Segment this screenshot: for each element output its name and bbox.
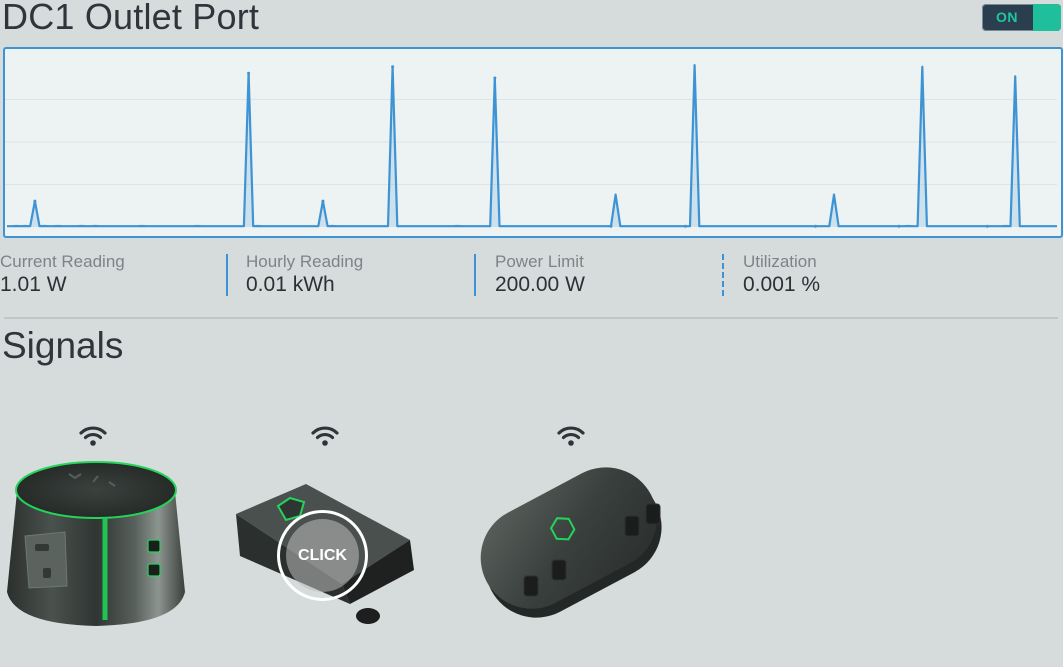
signals-title: Signals <box>2 325 124 366</box>
toggle-label: ON <box>996 9 1018 25</box>
chart-point <box>247 71 251 75</box>
metric-hourly-reading: Hourly Reading 0.01 kWh <box>246 252 363 298</box>
metric-value: 0.001 % <box>743 273 821 296</box>
round-outlet-hub[interactable] <box>5 452 187 628</box>
metric-label: Current Reading <box>0 252 125 271</box>
power-chart-svg <box>5 63 1057 228</box>
metric-current-reading: Current Reading 1.01 W <box>0 252 125 298</box>
metric-separator <box>474 254 476 296</box>
power-toggle[interactable]: ON <box>982 4 1061 31</box>
chart-point <box>897 224 901 228</box>
chart-point <box>985 224 989 228</box>
oval-outlet-strip[interactable] <box>474 456 672 634</box>
wifi-icon <box>311 426 339 446</box>
chart-point <box>33 199 37 203</box>
metric-label: Utilization <box>743 252 817 271</box>
metrics-row: Current Reading 1.01 W Hourly Reading 0.… <box>0 252 1063 300</box>
metric-power-limit: Power Limit 200.00 W <box>495 252 585 298</box>
metric-utilization: Utilization 0.001 % <box>743 252 820 298</box>
chart-series-line <box>7 63 1057 228</box>
metric-separator <box>226 254 228 296</box>
click-overlay[interactable]: CLICK <box>277 510 368 601</box>
power-chart <box>3 47 1063 238</box>
metric-value: 200.00 W <box>495 273 585 296</box>
chart-point <box>391 65 395 69</box>
metric-value: 1.01 W <box>0 273 67 296</box>
click-label: CLICK <box>298 547 347 564</box>
chart-point <box>683 224 687 228</box>
chart-area-fill <box>7 65 1057 227</box>
chart-point <box>609 224 613 228</box>
toggle-knob[interactable] <box>1033 4 1061 31</box>
section-divider <box>4 317 1058 319</box>
wifi-icon <box>79 426 107 446</box>
chart-point <box>813 224 817 228</box>
wifi-icon <box>557 426 585 446</box>
chart-point <box>321 199 325 203</box>
page-title: DC1 Outlet Port <box>2 0 260 37</box>
chart-point <box>493 76 497 80</box>
metric-value: 0.01 kWh <box>246 273 335 296</box>
metric-label: Power Limit <box>495 252 584 271</box>
metric-separator <box>722 254 724 296</box>
metric-label: Hourly Reading <box>246 252 364 271</box>
